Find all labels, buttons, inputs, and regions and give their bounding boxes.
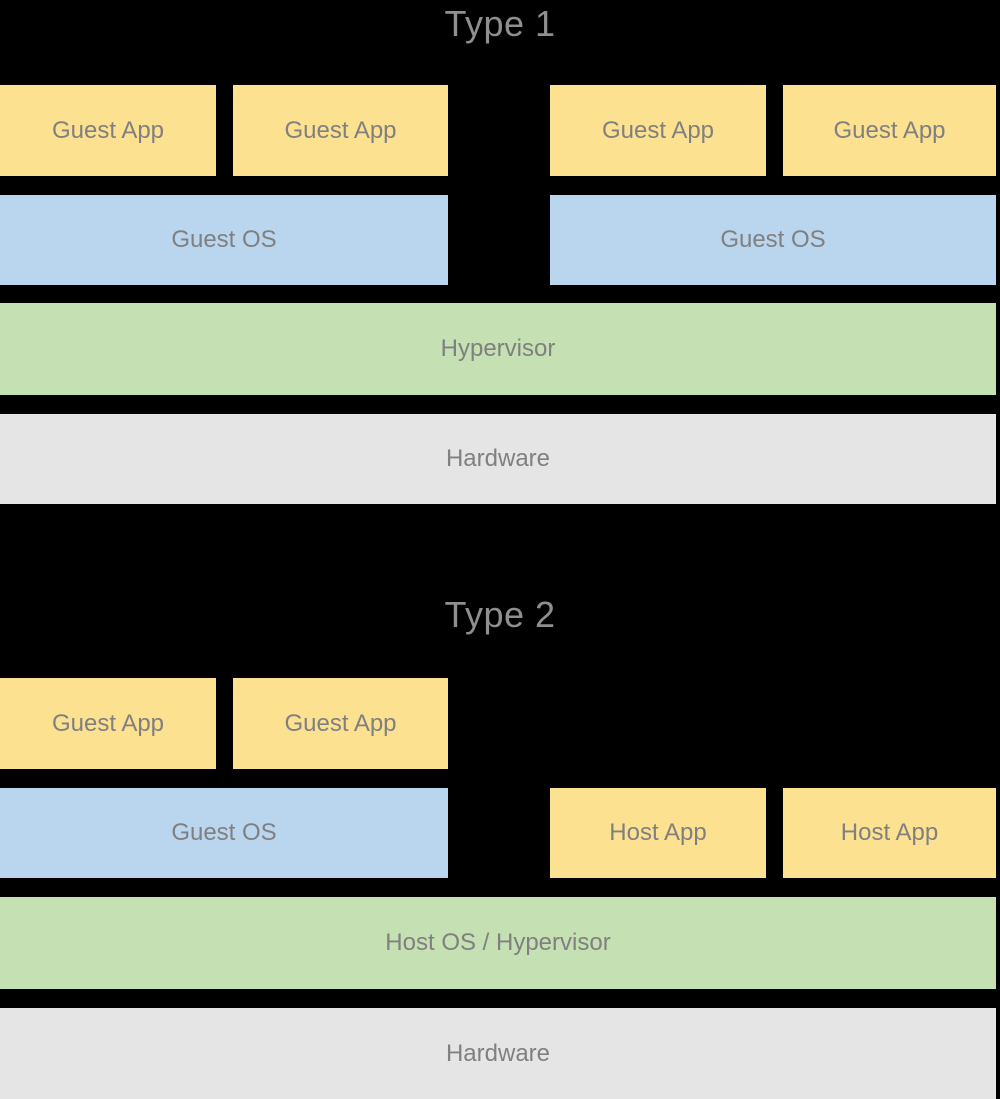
type2-host-app-2-label: Host App — [840, 819, 939, 846]
type1-guest-app-1-label: Guest App — [51, 116, 165, 144]
type2-host-app-1[interactable]: Host App — [550, 788, 766, 878]
type1-guest-os-2-label: Guest OS — [720, 226, 826, 253]
type1-guest-app-2[interactable]: Guest App — [233, 85, 448, 176]
hypervisor-architecture-diagram: Type 1 Guest App Guest App Guest App Gue… — [0, 0, 1000, 1099]
type1-guest-os-1[interactable]: Guest OS — [0, 195, 448, 285]
type2-guest-app-1[interactable]: Guest App — [0, 678, 216, 769]
type1-guest-app-4[interactable]: Guest App — [783, 85, 996, 176]
type1-guest-app-4-label: Guest App — [833, 116, 946, 144]
type1-hardware-layer[interactable]: Hardware — [0, 414, 996, 504]
type2-hardware-layer[interactable]: Hardware — [0, 1008, 996, 1099]
type2-host-os-hypervisor-layer[interactable]: Host OS / Hypervisor — [0, 897, 996, 989]
type2-host-app-2[interactable]: Host App — [783, 788, 996, 878]
type2-host-os-hypervisor-label: Host OS / Hypervisor — [385, 929, 611, 956]
type2-host-app-1-label: Host App — [609, 819, 707, 846]
type2-guest-app-1-label: Guest App — [51, 709, 165, 737]
type2-section-title: Type 2 — [444, 594, 556, 635]
type1-guest-app-3[interactable]: Guest App — [550, 85, 766, 176]
type1-hardware-label: Hardware — [445, 445, 551, 472]
type1-guest-app-3-label: Guest App — [601, 116, 715, 144]
type1-guest-os-1-label: Guest OS — [171, 226, 277, 253]
type1-guest-app-1[interactable]: Guest App — [0, 85, 216, 176]
type1-guest-app-2-label: Guest App — [284, 116, 397, 144]
type1-hypervisor-label: Hypervisor — [440, 335, 556, 362]
type2-guest-os[interactable]: Guest OS — [0, 788, 448, 878]
type1-guest-os-2[interactable]: Guest OS — [550, 195, 996, 285]
type2-guest-os-label: Guest OS — [171, 819, 277, 846]
type1-hypervisor-layer[interactable]: Hypervisor — [0, 303, 996, 395]
type1-section-title: Type 1 — [444, 3, 556, 44]
type2-hardware-label: Hardware — [445, 1039, 551, 1067]
type2-guest-app-2-label: Guest App — [284, 709, 397, 737]
type2-guest-app-2[interactable]: Guest App — [233, 678, 448, 769]
